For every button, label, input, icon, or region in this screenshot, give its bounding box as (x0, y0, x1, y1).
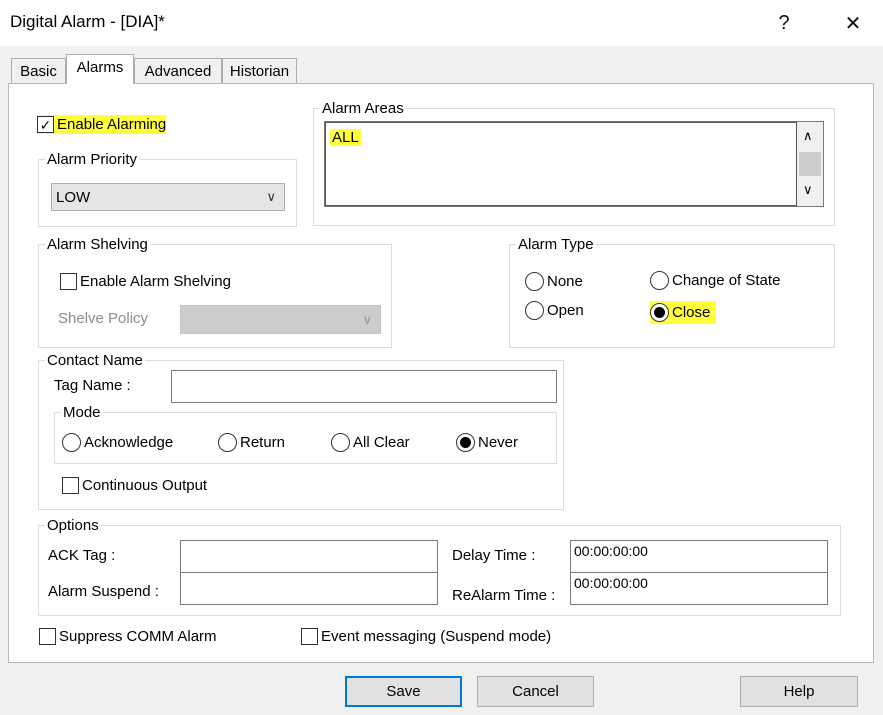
mode-all-clear-radio[interactable]: All Clear (331, 433, 410, 452)
enable-alarm-shelving-label: Enable Alarm Shelving (80, 273, 231, 290)
continuous-output-label: Continuous Output (82, 477, 208, 494)
mode-return-label: Return (240, 434, 286, 451)
help-button[interactable]: Help (740, 676, 858, 707)
event-messaging-checkbox[interactable]: Event messaging (Suspend mode) (301, 628, 551, 645)
save-button[interactable]: Save (345, 676, 462, 707)
ack-tag-input[interactable] (180, 540, 438, 573)
alarm-type-legend: Alarm Type (518, 236, 594, 253)
continuous-output-checkbox[interactable]: Continuous Output (62, 477, 207, 494)
mode-never-label: Never (478, 434, 519, 451)
delay-time-input[interactable]: 00:00:00:00 (570, 540, 828, 573)
contact-name-legend: Contact Name (47, 352, 143, 369)
radio-icon (218, 433, 237, 452)
mode-legend: Mode (63, 404, 101, 421)
alarm-type-none-radio[interactable]: None (525, 272, 583, 291)
scroll-down-icon[interactable]: ∨ (803, 182, 813, 198)
alarm-priority-legend: Alarm Priority (47, 151, 138, 168)
alarm-areas-list[interactable]: ALL ∧ ∨ (324, 121, 824, 207)
alarm-priority-value: LOW (56, 188, 91, 206)
window-title: Digital Alarm - [DIA]* (10, 12, 165, 31)
checkbox-box (39, 628, 56, 645)
alarm-type-close-radio[interactable]: Close (650, 301, 717, 324)
help-title-button[interactable]: ? (764, 8, 804, 38)
suppress-comm-checkbox[interactable]: Suppress COMM Alarm (39, 628, 217, 645)
alarm-suspend-label: Alarm Suspend : (48, 583, 159, 600)
radio-icon (525, 301, 544, 320)
radio-icon (331, 433, 350, 452)
realarm-time-input[interactable]: 00:00:00:00 (570, 572, 828, 605)
shelve-policy-label: Shelve Policy (58, 310, 149, 327)
tag-name-label: Tag Name : (54, 377, 131, 394)
scroll-up-icon[interactable]: ∧ (803, 128, 813, 144)
mode-all-clear-label: All Clear (353, 434, 410, 451)
radio-icon (525, 272, 544, 291)
enable-alarming-label: Enable Alarming (57, 116, 167, 133)
checkbox-box (60, 273, 77, 290)
alarm-areas-scrollbar[interactable]: ∧ ∨ (797, 122, 823, 206)
delay-time-label: Delay Time : (452, 547, 536, 564)
alarm-areas-textarea[interactable]: ALL (325, 122, 797, 206)
enable-alarm-shelving-checkbox[interactable]: Enable Alarm Shelving (60, 273, 231, 290)
shelve-policy-select[interactable]: ∨ (180, 305, 381, 334)
tag-name-input[interactable] (171, 370, 557, 403)
tab-alarms[interactable]: Alarms (66, 54, 134, 84)
alarm-type-change-of-state-radio[interactable]: Change of State (650, 271, 780, 290)
realarm-time-label: ReAlarm Time : (452, 587, 556, 604)
close-button[interactable]: ✕ (833, 8, 873, 38)
alarm-area-item[interactable]: ALL (330, 129, 361, 146)
alarm-priority-select[interactable]: LOW ∨ (51, 183, 285, 211)
mode-acknowledge-radio[interactable]: Acknowledge (62, 433, 173, 452)
checkbox-box (62, 477, 79, 494)
ack-tag-label: ACK Tag : (48, 547, 116, 564)
options-legend: Options (47, 517, 99, 534)
alarm-type-group: Alarm Type (509, 236, 835, 348)
cancel-button[interactable]: Cancel (477, 676, 594, 707)
alarm-shelving-legend: Alarm Shelving (47, 236, 148, 253)
alarm-areas-legend: Alarm Areas (322, 100, 404, 117)
chevron-down-icon: ∨ (362, 311, 372, 327)
alarm-type-change-of-state-label: Change of State (672, 272, 781, 289)
scrollbar-thumb[interactable] (799, 152, 821, 176)
alarm-type-none-label: None (547, 273, 583, 290)
checkbox-box (301, 628, 318, 645)
tab-basic[interactable]: Basic (11, 58, 66, 84)
mode-never-radio[interactable]: Never (456, 433, 518, 452)
mode-acknowledge-label: Acknowledge (84, 434, 174, 451)
alarm-type-close-label: Close (672, 304, 711, 321)
event-messaging-label: Event messaging (Suspend mode) (321, 628, 552, 645)
mode-return-radio[interactable]: Return (218, 433, 285, 452)
chevron-down-icon: ∨ (266, 189, 276, 204)
radio-selected-icon (456, 433, 475, 452)
check-icon: ✓ (37, 116, 54, 133)
alarm-suspend-input[interactable] (180, 572, 438, 605)
tab-historian[interactable]: Historian (222, 58, 297, 84)
radio-selected-icon (650, 303, 669, 322)
radio-icon (650, 271, 669, 290)
suppress-comm-label: Suppress COMM Alarm (59, 628, 217, 645)
radio-icon (62, 433, 81, 452)
alarm-type-open-label: Open (547, 302, 584, 319)
alarm-type-open-radio[interactable]: Open (525, 301, 584, 320)
enable-alarming-checkbox[interactable]: ✓ Enable Alarming (37, 115, 167, 134)
tab-advanced[interactable]: Advanced (134, 58, 222, 84)
